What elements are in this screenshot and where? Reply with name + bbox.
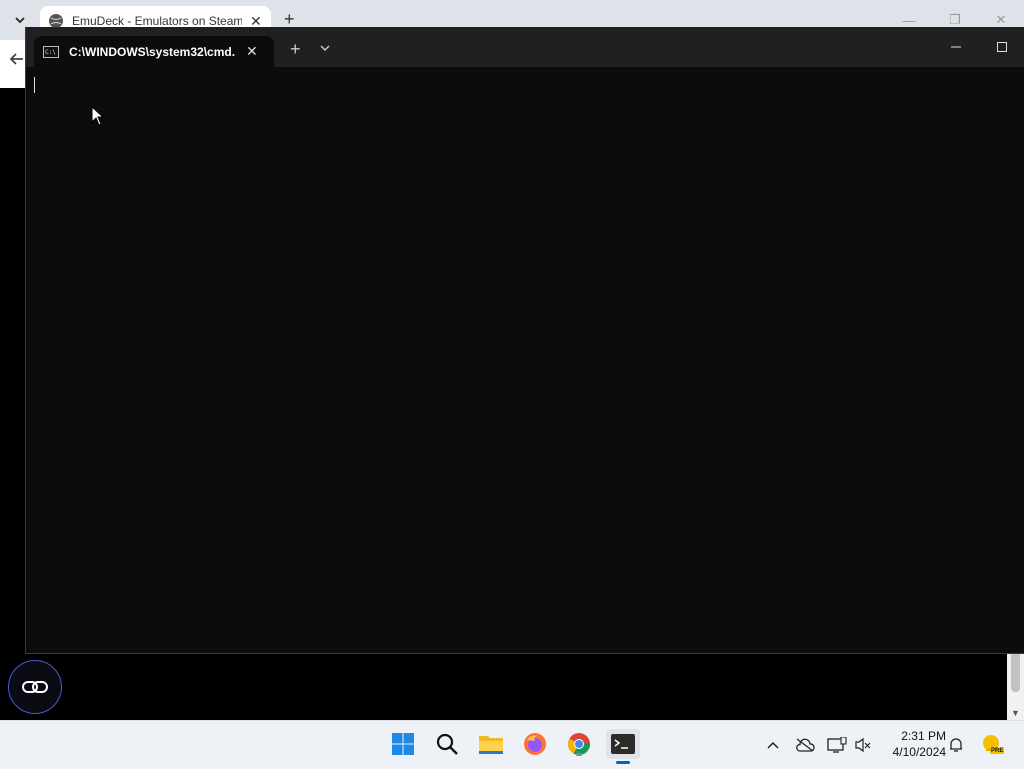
volume-button[interactable] [851, 721, 875, 769]
speaker-muted-icon [855, 737, 871, 753]
text-cursor [34, 77, 35, 93]
browser-tab-title: EmuDeck - Emulators on Steam [72, 14, 242, 28]
clock-date: 4/10/2024 [892, 745, 946, 759]
terminal-tab-title: C:\WINDOWS\system32\cmd. [69, 44, 236, 59]
taskbar: 2:31 PM 4/10/2024 PRE [0, 720, 1024, 769]
terminal-tab-close-button[interactable]: ✕ [246, 43, 258, 60]
search-icon [436, 733, 458, 755]
cmd-icon: C:\ [43, 45, 59, 58]
terminal-tab-cmd[interactable]: C:\ C:\WINDOWS\system32\cmd. ✕ [34, 36, 274, 67]
show-hidden-icons-button[interactable] [762, 721, 784, 769]
terminal-new-tab-button[interactable]: + [290, 39, 301, 60]
maximize-icon [997, 42, 1007, 52]
insider-badge-label: PRE [990, 748, 1005, 754]
mouse-pointer-icon [91, 106, 105, 126]
terminal-active-indicator [616, 761, 630, 764]
folder-icon [479, 736, 503, 754]
terminal-minimize-button[interactable] [933, 27, 979, 67]
clock[interactable]: 2:31 PM 4/10/2024 [880, 728, 946, 760]
page-scrollbar[interactable]: ▼ [1007, 652, 1024, 720]
chevron-down-icon [15, 17, 25, 24]
chrome-button[interactable] [564, 729, 594, 759]
firefox-button[interactable] [520, 729, 550, 759]
chevron-up-icon [767, 741, 779, 749]
link-icon-button[interactable] [8, 660, 62, 714]
chevron-down-icon [320, 45, 330, 51]
clock-time: 2:31 PM [901, 729, 946, 743]
start-button[interactable] [388, 729, 418, 759]
file-explorer-button[interactable] [476, 729, 506, 759]
network-button[interactable] [825, 721, 849, 769]
windows-insider-button[interactable]: PRE [978, 721, 1006, 769]
windows-logo-icon [392, 733, 414, 755]
onedrive-button[interactable] [793, 721, 817, 769]
terminal-maximize-button[interactable] [979, 27, 1024, 67]
minimize-icon [951, 46, 961, 48]
chrome-running-indicator [576, 753, 582, 756]
link-icon [22, 681, 48, 693]
terminal-icon [611, 734, 635, 754]
scrollbar-thumb[interactable] [1011, 652, 1020, 692]
network-icon [827, 737, 847, 753]
search-button[interactable] [432, 729, 462, 759]
back-arrow-icon[interactable] [9, 52, 24, 71]
firefox-icon [524, 733, 546, 755]
notifications-button[interactable] [945, 721, 967, 769]
scroll-down-arrow-icon[interactable]: ▼ [1011, 708, 1020, 718]
terminal-window: C:\ C:\WINDOWS\system32\cmd. ✕ + [25, 27, 1024, 654]
terminal-titlebar: C:\ C:\WINDOWS\system32\cmd. ✕ + [26, 27, 1024, 67]
cloud-off-icon [796, 738, 815, 752]
terminal-taskbar-button[interactable] [606, 729, 640, 764]
bell-icon [950, 738, 962, 752]
terminal-dropdown-button[interactable] [320, 41, 330, 55]
terminal-content-area[interactable] [26, 67, 1024, 653]
